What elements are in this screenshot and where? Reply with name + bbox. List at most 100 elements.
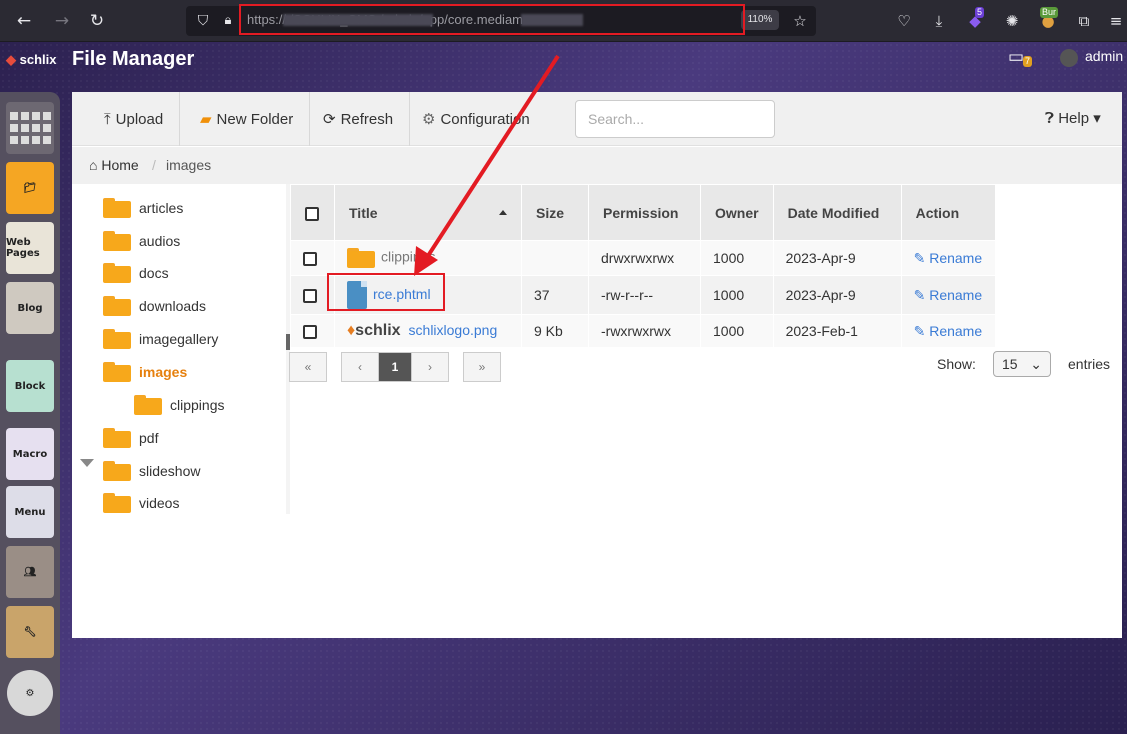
row-checkbox[interactable] [290, 314, 335, 348]
cookie-icon[interactable]: ✺ [1001, 10, 1023, 32]
tree-folder-imagegallery[interactable]: imagegallery [103, 329, 218, 349]
first-page-button[interactable]: « [289, 352, 327, 382]
web-pages-icon[interactable]: Web Pages [6, 222, 54, 274]
pocket-icon[interactable]: ♡ [893, 10, 915, 32]
tree-folder-slideshow[interactable]: slideshow [103, 461, 200, 481]
apps-grid-icon[interactable] [6, 102, 54, 154]
file-manager-icon[interactable]: 📁︎ [6, 162, 54, 214]
row-owner: 1000 [700, 240, 774, 276]
pagination: « ‹ 1 › » [289, 352, 501, 382]
upload-icon: ⤒ [104, 110, 111, 128]
annotation-url-highlight [239, 4, 745, 35]
file-table: Title Size Permission Owner Date Modifie… [290, 184, 1122, 348]
row-size: 37 [521, 275, 589, 315]
help-button[interactable]: ❓︎ Help ▾ [1045, 109, 1101, 127]
next-page-button[interactable]: › [411, 352, 449, 382]
menu-app-icon[interactable]: Menu [6, 486, 54, 538]
forward-arrow-icon[interactable]: → [50, 9, 74, 33]
rename-link[interactable]: ✎ Rename [900, 314, 996, 348]
entries-label: entries [1068, 356, 1111, 372]
tools-icon[interactable]: 🔧︎ [6, 606, 54, 658]
row-date: 2023-Feb-1 [772, 314, 902, 348]
edit-icon: ✎ [913, 322, 926, 339]
folder-open-icon [103, 362, 131, 382]
prev-page-button[interactable]: ‹ [341, 352, 379, 382]
configuration-button[interactable]: ⚙ Configuration [406, 92, 546, 146]
row-date: 2023-Apr-9 [772, 240, 902, 276]
page-1-button[interactable]: 1 [378, 352, 412, 382]
row-checkbox[interactable] [290, 240, 335, 276]
avatar[interactable] [1060, 49, 1078, 67]
refresh-icon: ⟳ [323, 111, 336, 128]
row-permission: drwxrwxrwx [588, 240, 701, 276]
reload-icon[interactable]: ↻ [85, 9, 109, 33]
tree-folder-articles[interactable]: articles [103, 198, 183, 218]
table-row[interactable]: ♦schlix schlixlogo.png 9 Kb -rwxrwxrwx 10… [290, 314, 996, 348]
folder-icon [103, 428, 131, 448]
column-date-modified[interactable]: Date Modified [772, 184, 902, 241]
tree-folder-pdf[interactable]: pdf [103, 428, 158, 448]
row-title[interactable]: clippings [334, 240, 522, 276]
new-folder-button[interactable]: ▰ New Folder [184, 92, 311, 146]
folder-icon [103, 198, 131, 218]
block-icon[interactable]: Block [6, 360, 54, 412]
folder-icon [103, 461, 131, 481]
column-size[interactable]: Size [521, 184, 589, 241]
show-label: Show: [937, 356, 976, 372]
sort-ascending-icon [499, 209, 507, 215]
tree-folder-docs[interactable]: docs [103, 263, 169, 283]
select-all-checkbox[interactable] [290, 184, 335, 241]
row-size [521, 240, 589, 276]
macro-icon[interactable]: Macro [6, 428, 54, 480]
download-icon[interactable]: ⤓ [928, 10, 950, 32]
search-input[interactable] [575, 100, 775, 138]
users-icon[interactable]: 👥︎ [6, 546, 54, 598]
notify-badge: 7 [1023, 56, 1033, 67]
puzzle-icon[interactable]: ⧉ [1073, 10, 1095, 32]
breadcrumb-home[interactable]: ⌂ Home [89, 157, 139, 173]
settings-gear-icon[interactable]: ⚙ [7, 670, 53, 716]
tree-expand-caret-icon[interactable] [80, 459, 94, 467]
folder-plus-icon: ▰ [200, 111, 212, 128]
last-page-button[interactable]: » [463, 352, 501, 382]
tree-folder-videos[interactable]: videos [103, 493, 179, 513]
zoom-level[interactable]: 110% [741, 10, 779, 30]
brand-logo[interactable]: ◆ schlix [6, 52, 56, 68]
gear-icon: ⚙ [422, 111, 436, 128]
blog-icon[interactable]: Blog [6, 282, 54, 334]
rename-link[interactable]: ✎ Rename [900, 240, 996, 276]
table-row[interactable]: clippings drwxrwxrwx 1000 2023-Apr-9 ✎ R… [290, 240, 996, 276]
column-action: Action [900, 184, 996, 241]
column-owner[interactable]: Owner [700, 184, 774, 241]
edit-icon: ✎ [913, 286, 926, 303]
rename-link[interactable]: ✎ Rename [900, 275, 996, 315]
breadcrumb-separator: / [152, 157, 156, 173]
back-arrow-icon[interactable]: ← [12, 9, 36, 33]
row-title[interactable]: ♦schlix schlixlogo.png [334, 314, 522, 348]
burp-badge: Bur [1040, 7, 1059, 18]
refresh-button[interactable]: ⟳ Refresh [307, 92, 411, 146]
folder-icon [103, 231, 131, 251]
lock-icon[interactable]: 🔒︎ [216, 9, 240, 33]
bookmark-star-icon[interactable]: ☆ [788, 9, 812, 33]
tree-folder-audios[interactable]: audios [103, 231, 180, 251]
tree-folder-clippings[interactable]: clippings [134, 395, 224, 415]
extension-badge: 5 [975, 7, 985, 18]
page-title: File Manager [72, 48, 195, 70]
folder-icon [103, 493, 131, 513]
upload-button[interactable]: ⤒ Upload [88, 92, 181, 146]
column-permission[interactable]: Permission [588, 184, 701, 241]
row-permission: -rwxrwxrwx [588, 314, 701, 348]
folder-icon [103, 263, 131, 283]
edit-icon: ✎ [913, 249, 926, 266]
menu-icon[interactable]: ≡ [1105, 10, 1127, 32]
monitor-icon[interactable]: ▭ [1008, 47, 1024, 67]
user-name[interactable]: admin [1085, 48, 1123, 64]
tree-folder-images[interactable]: images [103, 362, 187, 382]
entries-per-page-select[interactable]: 15 ⌄ [993, 351, 1051, 377]
toolbar: ⤒ Upload ▰ New Folder ⟳ Refresh ⚙ Configurat… [72, 92, 1122, 146]
app-dock: 📁︎ Web Pages Blog Block Macro Menu 👥︎ 🔧︎… [0, 92, 60, 734]
shield-icon[interactable]: ⛉ [191, 9, 215, 33]
tree-folder-downloads[interactable]: downloads [103, 296, 206, 316]
column-title[interactable]: Title [334, 184, 522, 241]
